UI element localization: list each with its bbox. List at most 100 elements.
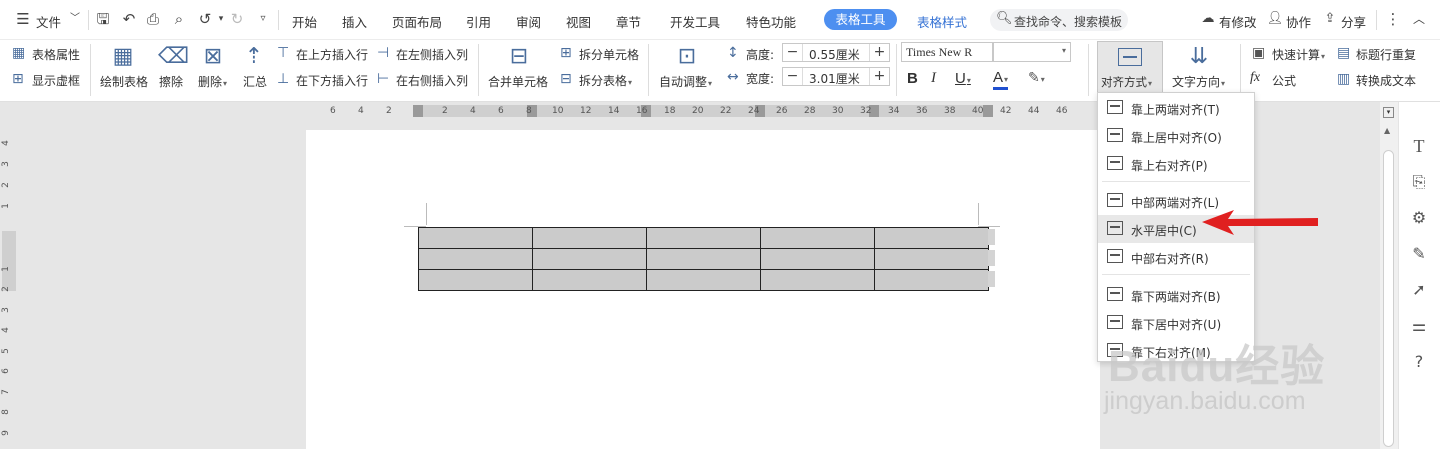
tab-chapter[interactable]: 章节 — [616, 12, 641, 31]
show-gridlines-button[interactable]: 显示虚框 — [32, 72, 80, 89]
file-menu[interactable]: 文件 — [36, 12, 61, 31]
document-table[interactable] — [418, 227, 989, 291]
table-cell[interactable] — [418, 269, 533, 291]
draw-table-button[interactable]: 绘制表格 — [100, 73, 148, 90]
height-stepper[interactable]: − 0.55厘米 + — [782, 43, 890, 62]
tab-references[interactable]: 引用 — [466, 12, 491, 31]
table-cell[interactable] — [874, 248, 989, 270]
table-cell[interactable] — [874, 227, 989, 249]
tab-table-style[interactable]: 表格样式 — [917, 12, 967, 31]
increase-height-button[interactable]: + — [869, 44, 889, 61]
share-icon[interactable]: ⇪ — [1321, 10, 1339, 28]
menu-item-bottom-justify[interactable]: 靠下两端对齐(B) — [1098, 281, 1254, 309]
split-table-button[interactable]: 拆分表格 — [579, 72, 632, 89]
print-preview-icon[interactable]: ⌕ — [170, 10, 188, 28]
scroll-up-icon[interactable]: ▲ — [1384, 126, 1390, 135]
vertical-scrollbar[interactable]: ▾ ▲ — [1380, 102, 1398, 449]
bold-button[interactable]: B — [907, 70, 918, 87]
unsaved-status[interactable]: 有修改 — [1219, 12, 1257, 31]
table-cell[interactable] — [418, 227, 533, 249]
search-box[interactable]: 🔍︎ 查找命令、搜索模板 — [990, 9, 1128, 31]
merge-cells-button[interactable]: 合并单元格 — [488, 73, 548, 90]
decrease-width-button[interactable]: − — [783, 68, 803, 85]
align-button[interactable]: 对齐方式 — [1097, 41, 1163, 93]
summary-button[interactable]: 汇总 — [243, 73, 267, 90]
ruler-margin-marker[interactable] — [413, 105, 423, 117]
collaborate-icon[interactable]: 👤︎ — [1266, 10, 1284, 28]
italic-button[interactable]: I — [931, 70, 936, 87]
chevron-down-icon[interactable]: ﹀ — [66, 10, 84, 28]
table-cell[interactable] — [760, 248, 875, 270]
share-button[interactable]: 分享 — [1341, 12, 1366, 31]
height-value[interactable]: 0.55厘米 — [809, 46, 860, 63]
tab-view[interactable]: 视图 — [566, 12, 591, 31]
collaborate-button[interactable]: 协作 — [1286, 12, 1311, 31]
table-cell[interactable] — [532, 269, 647, 291]
customize-toolbar-icon[interactable]: ▿ — [254, 10, 272, 28]
document-settings-icon[interactable]: ⚙ — [1409, 208, 1429, 228]
document-icon[interactable]: ⎘ — [1409, 172, 1429, 192]
quick-calc-button[interactable]: 快速计算 — [1272, 46, 1325, 63]
text-direction-button[interactable]: 文字方向 — [1172, 73, 1225, 90]
menu-item-middle-right[interactable]: 中部右对齐(R) — [1098, 243, 1254, 271]
table-cell[interactable] — [532, 248, 647, 270]
erase-button[interactable]: 擦除 — [159, 73, 183, 90]
tab-review[interactable]: 审阅 — [516, 12, 541, 31]
sliders-icon[interactable]: ⚌ — [1409, 316, 1429, 336]
insert-row-above-button[interactable]: 在上方插入行 — [296, 46, 368, 63]
align-middle-right-icon — [1107, 249, 1123, 263]
cursor-icon[interactable]: ➚ — [1409, 280, 1429, 300]
tab-insert[interactable]: 插入 — [342, 12, 367, 31]
table-cell[interactable] — [646, 248, 761, 270]
split-cells-button[interactable]: 拆分单元格 — [579, 46, 639, 63]
page-nav-icon[interactable]: ▾ — [1383, 107, 1394, 118]
help-icon[interactable]: ? — [1409, 352, 1429, 372]
decrease-height-button[interactable]: − — [783, 44, 803, 61]
insert-row-below-button[interactable]: 在下方插入行 — [296, 72, 368, 89]
underline-button[interactable]: U — [955, 70, 971, 87]
save-icon[interactable]: 🖫 — [94, 10, 112, 28]
font-size-select[interactable]: ▾ — [993, 42, 1071, 62]
pen-icon[interactable]: ✎ — [1409, 244, 1429, 264]
font-color-button[interactable]: A — [993, 70, 1009, 90]
insert-column-right-button[interactable]: 在右侧插入列 — [396, 72, 468, 89]
table-cell[interactable] — [874, 269, 989, 291]
ruler-margin-marker[interactable] — [983, 105, 993, 117]
print-icon[interactable]: ⎙ — [144, 10, 162, 28]
font-name-select[interactable]: Times New R — [901, 42, 993, 62]
table-cell[interactable] — [760, 269, 875, 291]
tab-page-layout[interactable]: 页面布局 — [392, 12, 442, 31]
width-stepper[interactable]: − 3.01厘米 + — [782, 67, 890, 86]
text-style-icon[interactable]: T — [1409, 136, 1429, 156]
convert-to-text-button[interactable]: 转换成文本 — [1356, 72, 1416, 89]
undo-special-icon[interactable]: ↶ — [120, 10, 138, 28]
tab-table-tools[interactable]: 表格工具 — [824, 9, 897, 30]
increase-width-button[interactable]: + — [869, 68, 889, 85]
table-cell[interactable] — [646, 269, 761, 291]
table-cell[interactable] — [532, 227, 647, 249]
tab-special-features[interactable]: 特色功能 — [746, 12, 796, 31]
formula-button[interactable]: 公式 — [1272, 72, 1296, 89]
auto-fit-button[interactable]: 自动调整 — [659, 73, 712, 90]
scrollbar-thumb[interactable] — [1383, 150, 1394, 447]
ruler-tick: 3 — [0, 307, 11, 313]
menu-item-top-right[interactable]: 靠上右对齐(P) — [1098, 150, 1254, 178]
tab-developer[interactable]: 开发工具 — [670, 12, 720, 31]
vertical-ruler[interactable]: 4 3 2 1 1 2 3 4 5 6 7 8 9 — [0, 121, 18, 449]
collapse-ribbon-icon[interactable]: ︿ — [1410, 10, 1428, 28]
table-cell[interactable] — [646, 227, 761, 249]
tab-home[interactable]: 开始 — [292, 12, 317, 31]
repeat-header-button[interactable]: 标题行重复 — [1356, 46, 1416, 63]
highlight-icon[interactable]: ✎ — [1028, 71, 1045, 87]
more-options-icon[interactable]: ⋮ — [1384, 10, 1402, 28]
table-cell[interactable] — [760, 227, 875, 249]
delete-button[interactable]: 删除 — [198, 73, 227, 90]
width-value[interactable]: 3.01厘米 — [809, 70, 860, 87]
hamburger-menu-icon[interactable]: ☰ — [14, 10, 32, 28]
cloud-sync-icon[interactable]: ☁ — [1199, 10, 1217, 28]
table-cell[interactable] — [418, 248, 533, 270]
menu-item-top-justify[interactable]: 靠上两端对齐(T) — [1098, 94, 1254, 122]
insert-column-left-button[interactable]: 在左侧插入列 — [396, 46, 468, 63]
menu-item-top-center[interactable]: 靠上居中对齐(O) — [1098, 122, 1254, 150]
table-properties-button[interactable]: 表格属性 — [32, 46, 80, 63]
